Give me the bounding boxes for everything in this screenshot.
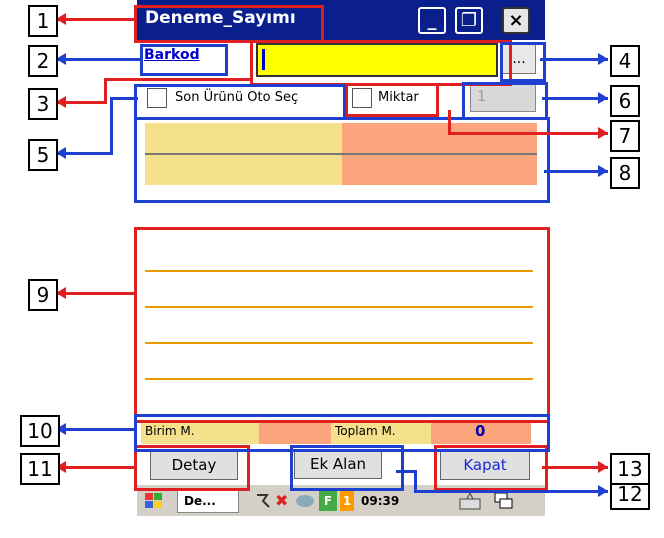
task-button[interactable]: De... xyxy=(177,489,239,513)
annotation-box-4 xyxy=(500,42,546,82)
annotation-number: 11 xyxy=(20,453,60,485)
annotation-number: 10 xyxy=(20,415,60,447)
annotation-box-7 xyxy=(345,83,439,117)
annotation-number: 2 xyxy=(28,45,58,77)
annotation-line-5c xyxy=(110,97,138,100)
annotation-number: 7 xyxy=(610,120,640,152)
annotation-box-2 xyxy=(140,44,228,76)
annotation-line-4 xyxy=(540,58,608,61)
annotation-number: 5 xyxy=(28,139,58,171)
annotation-box-1 xyxy=(134,5,324,43)
notification-badge: 1 xyxy=(340,491,354,511)
annotation-box-9 xyxy=(134,227,550,423)
annotation-box-8 xyxy=(134,117,550,203)
annotation-line-6 xyxy=(542,97,608,100)
annotation-line-5b xyxy=(110,97,113,155)
annotation-number: 3 xyxy=(28,88,58,120)
restore-button[interactable]: ❐ xyxy=(455,7,483,34)
annotation-number: 13 xyxy=(610,453,650,485)
disconnect-icon: ✖ xyxy=(275,491,289,510)
annotation-line-3c xyxy=(104,78,252,81)
annotation-number: 4 xyxy=(610,45,640,77)
annotation-line-7a xyxy=(448,110,451,134)
annotation-line-1 xyxy=(58,18,136,21)
annotation-line-3a xyxy=(58,101,106,104)
power-icon xyxy=(253,491,273,511)
annotation-line-13 xyxy=(542,466,608,469)
annotation-line-11 xyxy=(58,466,136,469)
windows-icon[interactable] xyxy=(493,491,515,511)
f-badge: F xyxy=(319,491,337,511)
annotation-line-12a xyxy=(396,470,416,473)
clock: 09:39 xyxy=(361,494,400,508)
annotation-line-2 xyxy=(58,58,142,61)
network-icon xyxy=(295,492,315,510)
annotation-number: 9 xyxy=(28,279,58,311)
annotation-box-6 xyxy=(462,82,548,120)
annotation-box-3 xyxy=(250,40,512,86)
start-icon[interactable] xyxy=(143,491,165,511)
annotation-line-12b xyxy=(414,470,417,492)
minimize-button[interactable]: _ xyxy=(418,7,446,34)
close-window-button[interactable]: × xyxy=(502,7,530,34)
annotation-box-12 xyxy=(290,445,404,491)
annotation-line-9 xyxy=(58,292,136,295)
annotation-number: 1 xyxy=(28,5,58,37)
annotation-line-5a xyxy=(58,152,112,155)
annotation-number: 8 xyxy=(610,157,640,189)
keyboard-icon[interactable] xyxy=(459,491,481,511)
annotation-box-5 xyxy=(134,84,346,120)
annotation-line-3b xyxy=(104,78,107,104)
annotation-line-7b xyxy=(448,132,608,135)
annotation-line-10 xyxy=(58,428,136,431)
annotation-line-12c xyxy=(414,490,608,493)
annotation-number: 6 xyxy=(610,85,640,117)
annotation-line-8 xyxy=(544,170,608,173)
